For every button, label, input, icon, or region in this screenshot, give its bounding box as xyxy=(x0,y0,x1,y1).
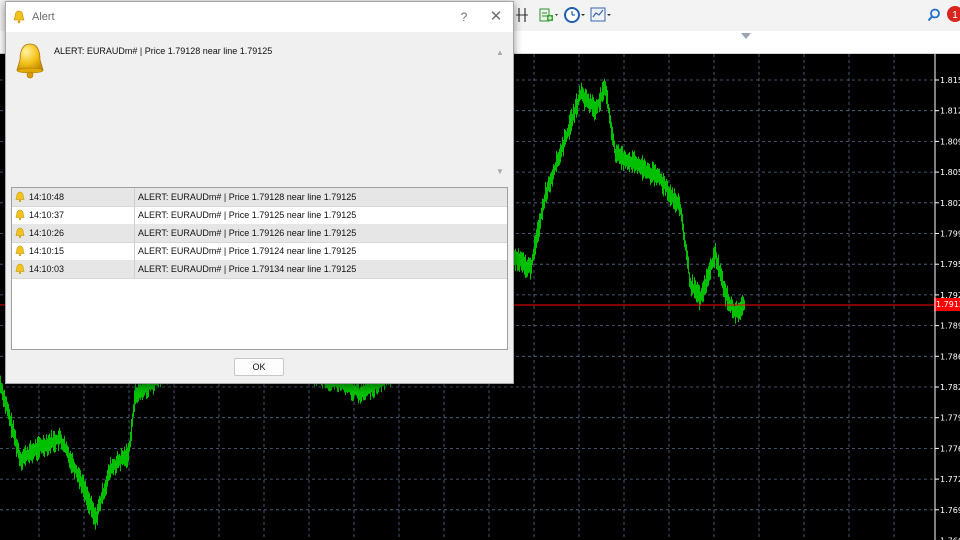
alert-time: 14:10:15 xyxy=(29,246,65,256)
alert-row[interactable]: 14:10:48 ALERT: EURAUDm# | Price 1.79128… xyxy=(12,188,507,207)
price-tick-label: 1.81570 xyxy=(940,76,960,85)
scroll-up-icon[interactable]: ▲ xyxy=(496,48,504,57)
alert-row-message: ALERT: EURAUDm# | Price 1.79124 near lin… xyxy=(138,246,357,256)
alert-row-message: ALERT: EURAUDm# | Price 1.79134 near lin… xyxy=(138,264,357,274)
bell-icon xyxy=(15,191,25,203)
dialog-title: Alert xyxy=(32,11,55,23)
price-tick-label: 1.77940 xyxy=(940,414,960,423)
price-tick-label: 1.77610 xyxy=(940,444,960,453)
dialog-titlebar[interactable]: Alert ? ✕ xyxy=(6,2,513,32)
price-tick-label: 1.78930 xyxy=(940,322,960,331)
alert-dialog: Alert ? ✕ ALERT: EURAUDm# | Price 1.7912… xyxy=(5,1,514,384)
alert-row-message: ALERT: EURAUDm# | Price 1.79128 near lin… xyxy=(138,192,357,202)
alert-time: 14:10:48 xyxy=(29,192,65,202)
price-tick-label: 1.81240 xyxy=(940,107,960,116)
alert-time-cell: 14:10:37 xyxy=(12,206,135,224)
price-tick-label: 1.76620 xyxy=(940,537,960,540)
alert-row[interactable]: 14:10:37 ALERT: EURAUDm# | Price 1.79125… xyxy=(12,206,507,225)
notifications-icon[interactable]: 1 xyxy=(946,5,960,25)
scroll-down-icon[interactable]: ▼ xyxy=(496,167,504,176)
help-button[interactable]: ? xyxy=(456,8,472,26)
price-tick-label: 1.79590 xyxy=(940,260,960,269)
alert-row-message: ALERT: EURAUDm# | Price 1.79126 near lin… xyxy=(138,228,357,238)
notification-count: 1 xyxy=(952,10,958,21)
alert-row[interactable]: 14:10:03 ALERT: EURAUDm# | Price 1.79134… xyxy=(12,260,507,279)
price-tick-label: 1.76950 xyxy=(940,506,960,515)
alert-time: 14:10:26 xyxy=(29,228,65,238)
alert-history-list[interactable]: 14:10:48 ALERT: EURAUDm# | Price 1.79128… xyxy=(11,187,508,350)
alert-bell-icon xyxy=(16,43,44,79)
price-tick-label: 1.80250 xyxy=(940,199,960,208)
alert-time-cell: 14:10:03 xyxy=(12,260,135,278)
current-price-label: 1.79128 xyxy=(936,300,960,309)
price-tick-label: 1.80580 xyxy=(940,168,960,177)
clock-icon[interactable] xyxy=(564,5,586,25)
indicators-icon[interactable] xyxy=(539,5,559,25)
alert-time-cell: 14:10:15 xyxy=(12,242,135,260)
bell-icon xyxy=(15,209,25,221)
alert-row[interactable]: 14:10:15 ALERT: EURAUDm# | Price 1.79124… xyxy=(12,242,507,261)
bell-icon xyxy=(15,263,25,275)
alert-row[interactable]: 14:10:26 ALERT: EURAUDm# | Price 1.79126… xyxy=(12,224,507,243)
price-tick-label: 1.77280 xyxy=(940,475,960,484)
price-tick-label: 1.78600 xyxy=(940,352,960,361)
period-separator-icon[interactable] xyxy=(515,5,529,25)
alert-time-cell: 14:10:26 xyxy=(12,224,135,242)
chart-shift-marker-icon[interactable] xyxy=(741,33,751,39)
close-button[interactable]: ✕ xyxy=(488,8,504,26)
templates-icon[interactable] xyxy=(590,5,612,25)
bell-icon xyxy=(15,227,25,239)
ok-button[interactable]: OK xyxy=(234,358,284,376)
alert-message: ALERT: EURAUDm# | Price 1.79128 near lin… xyxy=(54,46,273,56)
alert-row-message: ALERT: EURAUDm# | Price 1.79125 near lin… xyxy=(138,210,357,220)
price-tick-label: 1.78270 xyxy=(940,383,960,392)
alert-time: 14:10:03 xyxy=(29,264,65,274)
price-tick-label: 1.79260 xyxy=(940,291,960,300)
bell-icon xyxy=(13,10,25,24)
alert-time: 14:10:37 xyxy=(29,210,65,220)
search-icon[interactable] xyxy=(926,5,942,25)
alert-time-cell: 14:10:48 xyxy=(12,188,135,206)
price-tick-label: 1.80910 xyxy=(940,137,960,146)
bell-icon xyxy=(15,245,25,257)
price-tick-label: 1.79920 xyxy=(940,230,960,239)
